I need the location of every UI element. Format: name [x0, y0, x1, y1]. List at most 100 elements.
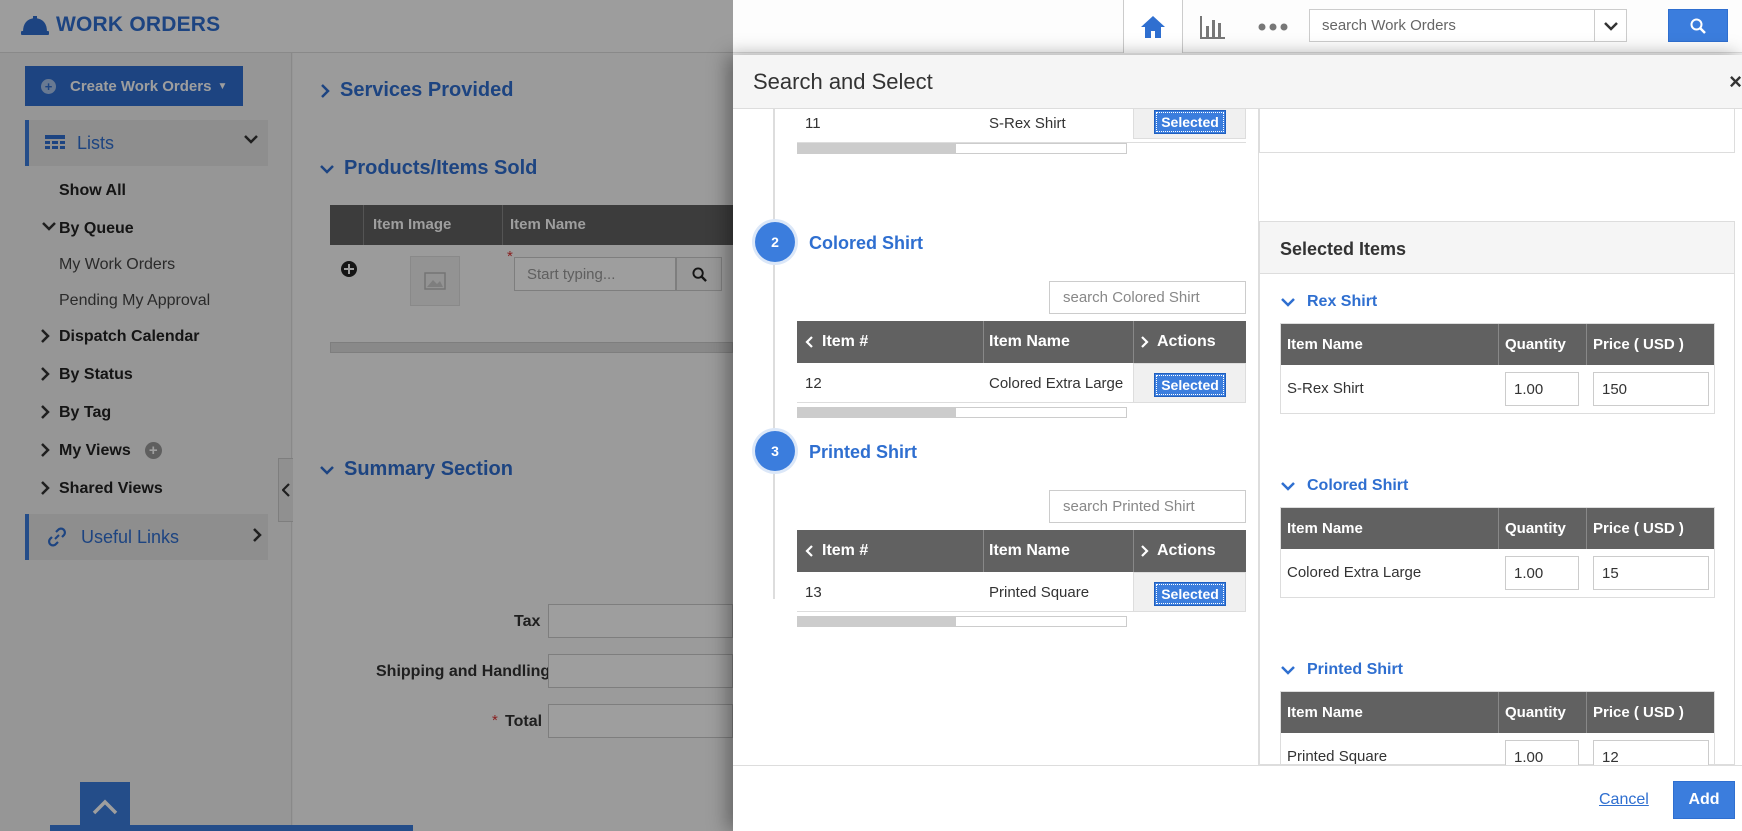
col-item-name: Item Name	[1287, 704, 1363, 721]
chevron-left-icon	[805, 336, 813, 348]
selected-button[interactable]: Selected	[1154, 582, 1226, 606]
table-row: Colored Extra Large	[1281, 549, 1714, 597]
search-printed-shirt-input[interactable]	[1049, 490, 1246, 523]
modal-footer: Cancel Add	[733, 765, 1742, 831]
chevron-down-icon	[1281, 298, 1295, 307]
step-badge: 2	[755, 222, 795, 262]
table-row: 11 S-Rex Shirt Selected	[797, 109, 1246, 143]
group-table-header: Item # Item Name Actions	[797, 321, 1246, 363]
home-button[interactable]	[1123, 0, 1183, 53]
col-quantity: Quantity	[1505, 704, 1566, 721]
selected-items-title: Selected Items	[1280, 239, 1407, 259]
price-input[interactable]	[1593, 556, 1709, 590]
item-name: S-Rex Shirt	[989, 115, 1066, 132]
horizontal-scrollbar[interactable]	[797, 407, 1127, 418]
selected-items-panel: Selected Items Rex Shirt Item Name Quant…	[1259, 221, 1735, 782]
work-orders-search-input[interactable]	[1310, 10, 1594, 41]
search-select-modal: Search and Select × 11 S-Rex Shirt Selec…	[733, 55, 1742, 831]
search-dropdown-button[interactable]	[1594, 10, 1626, 41]
col-quantity: Quantity	[1505, 336, 1566, 353]
selected-group-title: Rex Shirt	[1307, 293, 1378, 310]
modal-header: Search and Select ×	[733, 55, 1742, 109]
right-pane-top-box	[1259, 109, 1735, 153]
selected-button[interactable]: Selected	[1154, 110, 1226, 134]
col-item-number-label: Item #	[822, 333, 869, 350]
col-item-number-label: Item #	[822, 542, 869, 559]
work-orders-search	[1309, 9, 1627, 42]
chevron-right-icon	[1141, 545, 1149, 557]
item-name: Printed Square	[989, 584, 1090, 601]
home-icon	[1141, 15, 1165, 38]
search-button[interactable]	[1668, 9, 1728, 42]
item-name: Colored Extra Large	[1287, 564, 1422, 581]
search-colored-shirt-input[interactable]	[1049, 281, 1246, 314]
selected-items-table: Item Name Quantity Price ( USD ) S-Rex S…	[1280, 323, 1715, 414]
selected-items-table-header: Item Name Quantity Price ( USD )	[1281, 324, 1714, 365]
cancel-link[interactable]: Cancel	[1599, 791, 1649, 809]
quantity-input[interactable]	[1505, 372, 1579, 406]
col-item-number[interactable]: Item #	[805, 542, 868, 560]
horizontal-scrollbar[interactable]	[797, 143, 1127, 154]
col-actions-label: Actions	[1157, 333, 1216, 350]
item-number: 11	[805, 115, 821, 132]
actions-cell: Selected	[1133, 109, 1246, 139]
group-title-colored-shirt: Colored Shirt	[809, 233, 924, 253]
price-input[interactable]	[1593, 372, 1709, 406]
selected-items-table: Item Name Quantity Price ( USD ) Colored…	[1280, 507, 1715, 598]
col-item-name: Item Name	[989, 542, 1070, 559]
selected-group-title: Printed Shirt	[1307, 661, 1404, 678]
actions-cell: Selected	[1133, 572, 1246, 612]
item-number: 12	[805, 375, 822, 392]
chevron-right-icon	[1141, 336, 1149, 348]
selected-button[interactable]: Selected	[1154, 373, 1226, 397]
modal-backdrop[interactable]	[0, 0, 733, 831]
group-table-header: Item # Item Name Actions	[797, 530, 1246, 572]
col-actions[interactable]: Actions	[1141, 333, 1216, 351]
group-title-printed-shirt: Printed Shirt	[809, 442, 918, 462]
chevron-down-icon	[1603, 21, 1618, 31]
close-icon[interactable]: ×	[1729, 69, 1742, 95]
col-price: Price ( USD )	[1593, 520, 1684, 537]
search-icon	[1690, 18, 1706, 34]
selected-items-table-header: Item Name Quantity Price ( USD )	[1281, 692, 1714, 733]
groups-pane: 11 S-Rex Shirt Selected 2 Colored Shirt …	[733, 109, 1258, 765]
col-quantity: Quantity	[1505, 520, 1566, 537]
selected-group-printed-shirt[interactable]: Printed Shirt	[1281, 661, 1403, 679]
selected-items-pane: Selected Items Rex Shirt Item Name Quant…	[1258, 109, 1742, 782]
item-name: Printed Square	[1287, 748, 1388, 765]
chevron-down-icon	[1281, 482, 1295, 491]
col-item-name: Item Name	[1287, 520, 1363, 537]
item-number: 13	[805, 584, 822, 601]
more-button[interactable]	[1243, 0, 1303, 53]
quantity-input[interactable]	[1505, 556, 1579, 590]
col-item-name: Item Name	[989, 333, 1070, 350]
selected-group-colored-shirt[interactable]: Colored Shirt	[1281, 477, 1408, 495]
item-name: Colored Extra Large	[989, 375, 1124, 392]
selected-group-title: Colored Shirt	[1307, 477, 1409, 494]
chevron-down-icon	[1281, 666, 1295, 675]
col-actions[interactable]: Actions	[1141, 542, 1216, 560]
modal-title: Search and Select	[753, 69, 933, 94]
chevron-left-icon	[805, 545, 813, 557]
selected-items-header: Selected Items	[1260, 222, 1734, 274]
add-button[interactable]: Add	[1673, 781, 1735, 819]
col-item-number[interactable]: Item #	[805, 333, 868, 351]
selected-items-table-header: Item Name Quantity Price ( USD )	[1281, 508, 1714, 549]
top-nav	[1123, 0, 1303, 53]
step-badge: 3	[755, 431, 795, 471]
item-name: S-Rex Shirt	[1287, 380, 1364, 397]
horizontal-scrollbar[interactable]	[797, 616, 1127, 627]
actions-cell: Selected	[1133, 363, 1246, 403]
col-price: Price ( USD )	[1593, 704, 1684, 721]
table-row: 12 Colored Extra Large Selected	[797, 363, 1246, 403]
col-price: Price ( USD )	[1593, 336, 1684, 353]
table-row: 13 Printed Square Selected	[797, 572, 1246, 612]
col-item-name: Item Name	[1287, 336, 1363, 353]
bar-chart-icon	[1200, 15, 1225, 39]
timeline-line	[773, 109, 775, 599]
selected-group-rex-shirt[interactable]: Rex Shirt	[1281, 293, 1377, 311]
more-dots-icon	[1258, 23, 1288, 30]
col-actions-label: Actions	[1157, 542, 1216, 559]
table-row: S-Rex Shirt	[1281, 365, 1714, 413]
reports-button[interactable]	[1183, 0, 1243, 53]
